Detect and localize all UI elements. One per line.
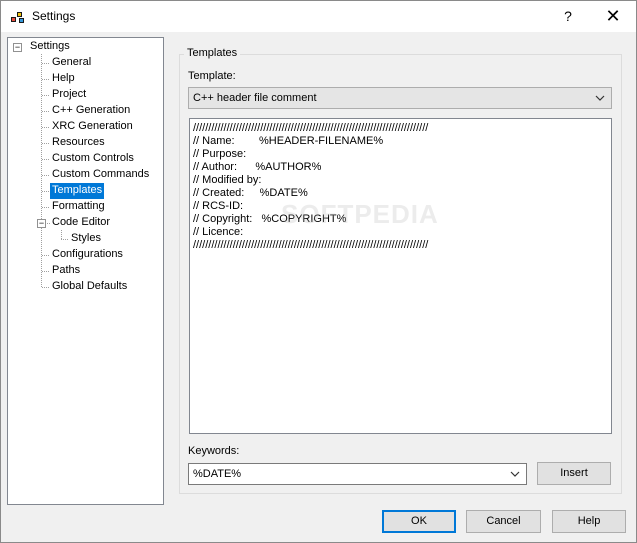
tree-line (61, 239, 69, 240)
tree-item-styles[interactable]: Styles (69, 231, 103, 247)
tree-line (42, 143, 50, 144)
collapse-icon[interactable]: − (13, 43, 22, 52)
editor-line: // Created: %DATE% (193, 187, 308, 199)
editor-line: // RCS-ID: (193, 200, 244, 212)
tree-line (41, 54, 42, 287)
window-title: Settings (32, 9, 76, 23)
tree-item-configurations[interactable]: Configurations (50, 247, 125, 263)
editor-line: // Copyright: %COPYRIGHT% (193, 213, 347, 225)
editor-line: // Modified by: (193, 174, 262, 186)
tree-line (42, 191, 50, 192)
tree-item-code-editor[interactable]: Code Editor (50, 215, 112, 231)
chevron-down-icon (510, 471, 520, 477)
tree-line (42, 159, 50, 160)
tree-line (61, 230, 62, 239)
tree-item-help[interactable]: Help (50, 71, 77, 87)
tree-item-cpp-generation[interactable]: C++ Generation (50, 103, 132, 119)
tree-line (42, 111, 50, 112)
tree-line (42, 207, 50, 208)
tree-item-general[interactable]: General (50, 55, 93, 71)
collapse-icon[interactable]: − (37, 219, 46, 228)
editor-line: // Author: %AUTHOR% (193, 161, 322, 173)
editor-line: // Purpose: (193, 148, 247, 160)
tree-item-project[interactable]: Project (50, 87, 88, 103)
tree-line (42, 79, 50, 80)
close-button[interactable]: ✕ (590, 1, 636, 32)
settings-dialog: Settings ? ✕ − Settings General Help Pro… (0, 0, 637, 543)
tree-item-xrc-generation[interactable]: XRC Generation (50, 119, 135, 135)
tree-item-settings[interactable]: Settings (28, 39, 72, 55)
keywords-select-value: %DATE% (193, 468, 242, 480)
template-label: Template: (188, 70, 236, 82)
tree-item-custom-commands[interactable]: Custom Commands (50, 167, 151, 183)
editor-line: // Licence: (193, 226, 244, 238)
title-bar: Settings ? ✕ (1, 1, 636, 32)
chevron-down-icon (595, 95, 605, 101)
tree-item-custom-controls[interactable]: Custom Controls (50, 151, 136, 167)
editor-line: // Name: %HEADER-FILENAME% (193, 135, 384, 147)
app-icon (11, 12, 24, 23)
keywords-select[interactable]: %DATE% (188, 463, 527, 485)
tree-line (42, 255, 50, 256)
template-select-value: C++ header file comment (193, 92, 317, 104)
tree-line (42, 63, 50, 64)
cancel-button[interactable]: Cancel (466, 510, 541, 533)
ok-button[interactable]: OK (382, 510, 456, 533)
settings-tree[interactable]: − Settings General Help Project C++ Gene… (7, 37, 164, 505)
tree-line (42, 95, 50, 96)
help-button[interactable]: Help (552, 510, 626, 533)
tree-line (42, 271, 50, 272)
keywords-label: Keywords: (188, 445, 240, 457)
editor-line: ////////////////////////////////////////… (193, 122, 429, 134)
template-editor[interactable]: ////////////////////////////////////////… (189, 118, 612, 434)
group-title: Templates (184, 47, 241, 59)
template-select[interactable]: C++ header file comment (188, 87, 612, 109)
editor-line: ////////////////////////////////////////… (193, 239, 429, 251)
tree-line (42, 127, 50, 128)
insert-button[interactable]: Insert (537, 462, 611, 485)
tree-item-resources[interactable]: Resources (50, 135, 107, 151)
tree-item-templates[interactable]: Templates (50, 183, 105, 199)
tree-item-formatting[interactable]: Formatting (50, 199, 107, 215)
tree-item-paths[interactable]: Paths (50, 263, 82, 279)
tree-line (42, 175, 50, 176)
help-title-button[interactable]: ? (545, 1, 591, 32)
tree-line (42, 287, 50, 288)
tree-item-global-defaults[interactable]: Global Defaults (50, 279, 129, 295)
